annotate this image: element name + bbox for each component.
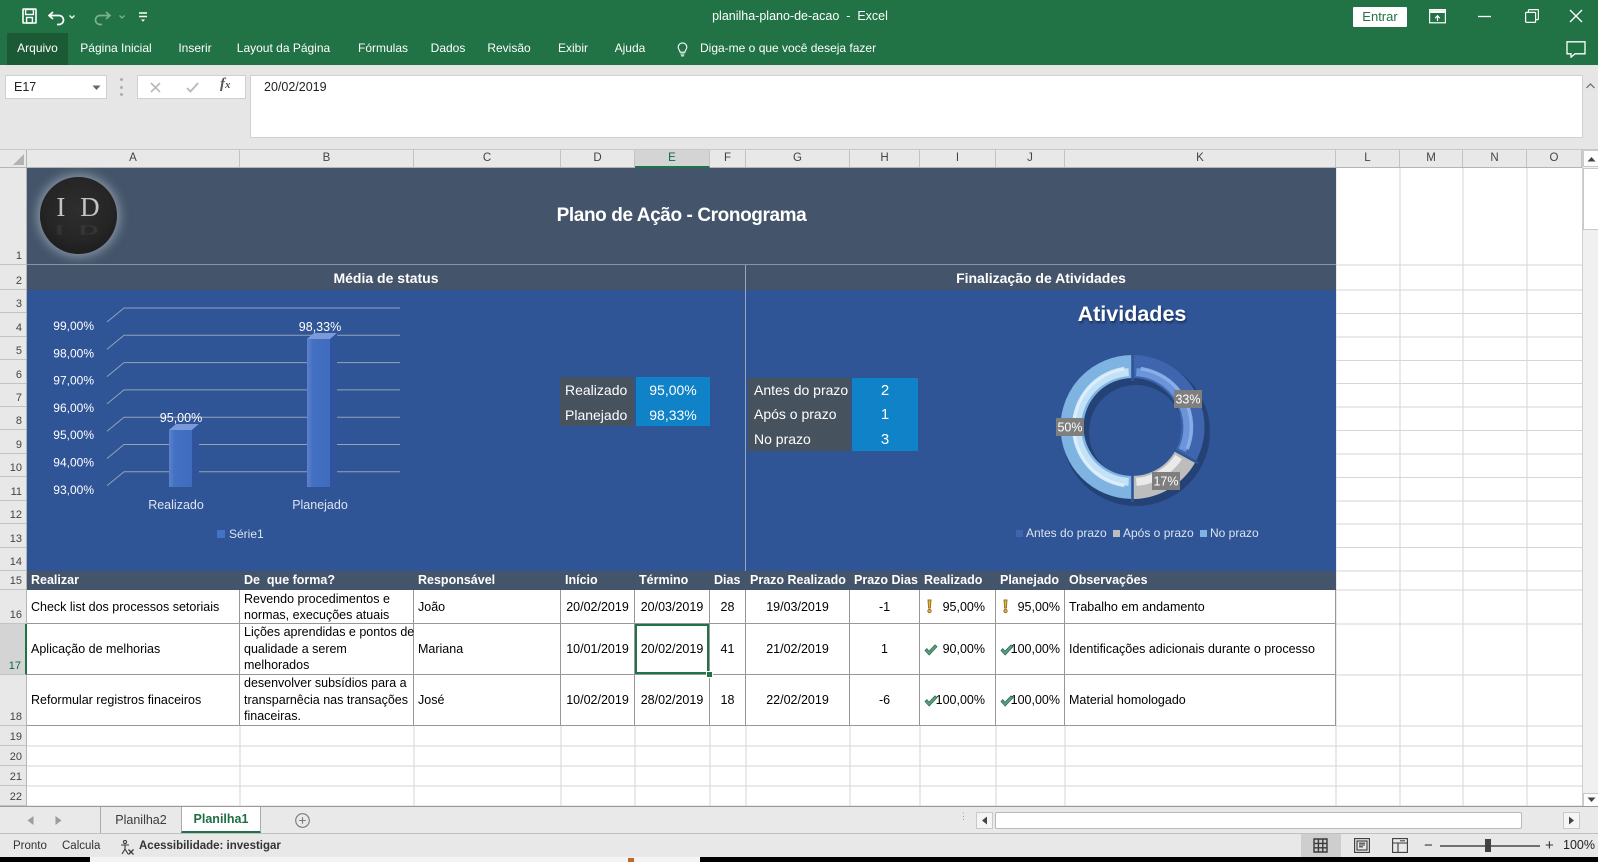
- svg-text:50%: 50%: [1057, 421, 1082, 435]
- svg-text:No prazo: No prazo: [1210, 526, 1259, 540]
- svg-text:Após o prazo: Após o prazo: [1123, 526, 1194, 540]
- svg-text:Antes do prazo: Antes do prazo: [1026, 526, 1107, 540]
- svg-text:17%: 17%: [1153, 475, 1178, 489]
- svg-text:33%: 33%: [1175, 393, 1200, 407]
